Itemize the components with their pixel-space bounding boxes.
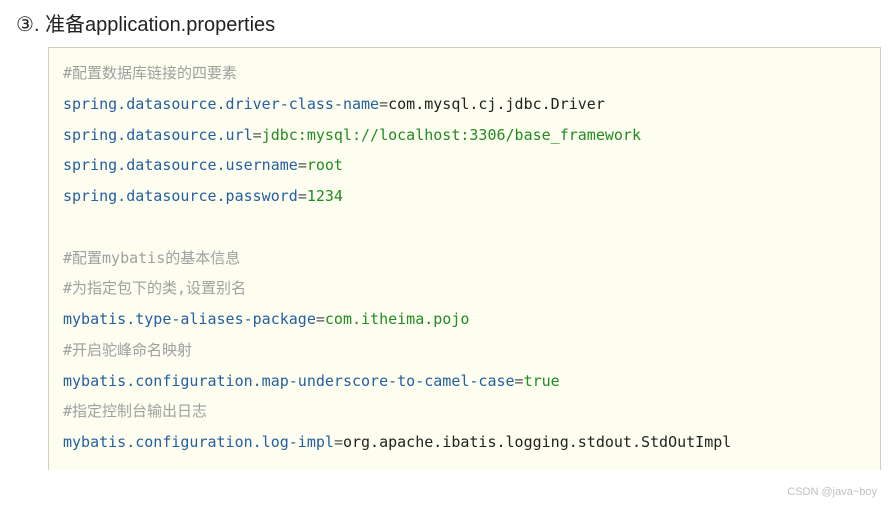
equals-sign: = (298, 187, 307, 205)
code-line: spring.datasource.password=1234 (63, 181, 866, 212)
comment-text: #配置mybatis的基本信息 (63, 249, 240, 267)
property-key: spring.datasource.driver-class-name (63, 95, 379, 113)
comment-text: #为指定包下的类,设置别名 (63, 279, 246, 297)
code-line: spring.datasource.username=root (63, 150, 866, 181)
code-line: #开启驼峰命名映射 (63, 335, 866, 366)
property-key: mybatis.type-aliases-package (63, 310, 316, 328)
equals-sign: = (316, 310, 325, 328)
property-value: root (307, 156, 343, 174)
comment-text: #配置数据库链接的四要素 (63, 64, 237, 82)
watermark-text: CSDN @java~boy (787, 486, 877, 498)
code-line: spring.datasource.url=jdbc:mysql://local… (63, 120, 866, 151)
property-value: true (524, 372, 560, 390)
equals-sign: = (379, 95, 388, 113)
code-line: #指定控制台输出日志 (63, 396, 866, 427)
property-value: 1234 (307, 187, 343, 205)
equals-sign: = (298, 156, 307, 174)
property-key: spring.datasource.password (63, 187, 298, 205)
property-value: org.apache.ibatis.logging.stdout.StdOutI… (343, 433, 731, 451)
code-line: mybatis.configuration.log-impl=org.apach… (63, 427, 866, 458)
code-line-blank (63, 212, 866, 243)
code-line: #为指定包下的类,设置别名 (63, 273, 866, 304)
circled-number-icon: ③ (16, 12, 34, 37)
property-key: mybatis.configuration.map-underscore-to-… (63, 372, 515, 390)
code-line: mybatis.type-aliases-package=com.itheima… (63, 304, 866, 335)
property-value: com.mysql.cj.jdbc.Driver (388, 95, 605, 113)
property-value: com.itheima.pojo (325, 310, 470, 328)
property-key: mybatis.configuration.log-impl (63, 433, 334, 451)
properties-code-block: #配置数据库链接的四要素 spring.datasource.driver-cl… (48, 47, 881, 470)
comment-text: #指定控制台输出日志 (63, 402, 207, 420)
section-heading: ③. 准备application.properties (0, 8, 889, 37)
code-line: #配置数据库链接的四要素 (63, 58, 866, 89)
equals-sign: = (253, 126, 262, 144)
equals-sign: = (515, 372, 524, 390)
property-key: spring.datasource.url (63, 126, 253, 144)
comment-text: #开启驼峰命名映射 (63, 341, 192, 359)
heading-title: 准备application.properties (45, 14, 275, 36)
code-line: mybatis.configuration.map-underscore-to-… (63, 366, 866, 397)
property-key: spring.datasource.username (63, 156, 298, 174)
code-line: #配置mybatis的基本信息 (63, 243, 866, 274)
code-line: spring.datasource.driver-class-name=com.… (63, 89, 866, 120)
heading-dot: . (34, 14, 40, 36)
property-value: jdbc:mysql://localhost:3306/base_framewo… (262, 126, 641, 144)
equals-sign: = (334, 433, 343, 451)
